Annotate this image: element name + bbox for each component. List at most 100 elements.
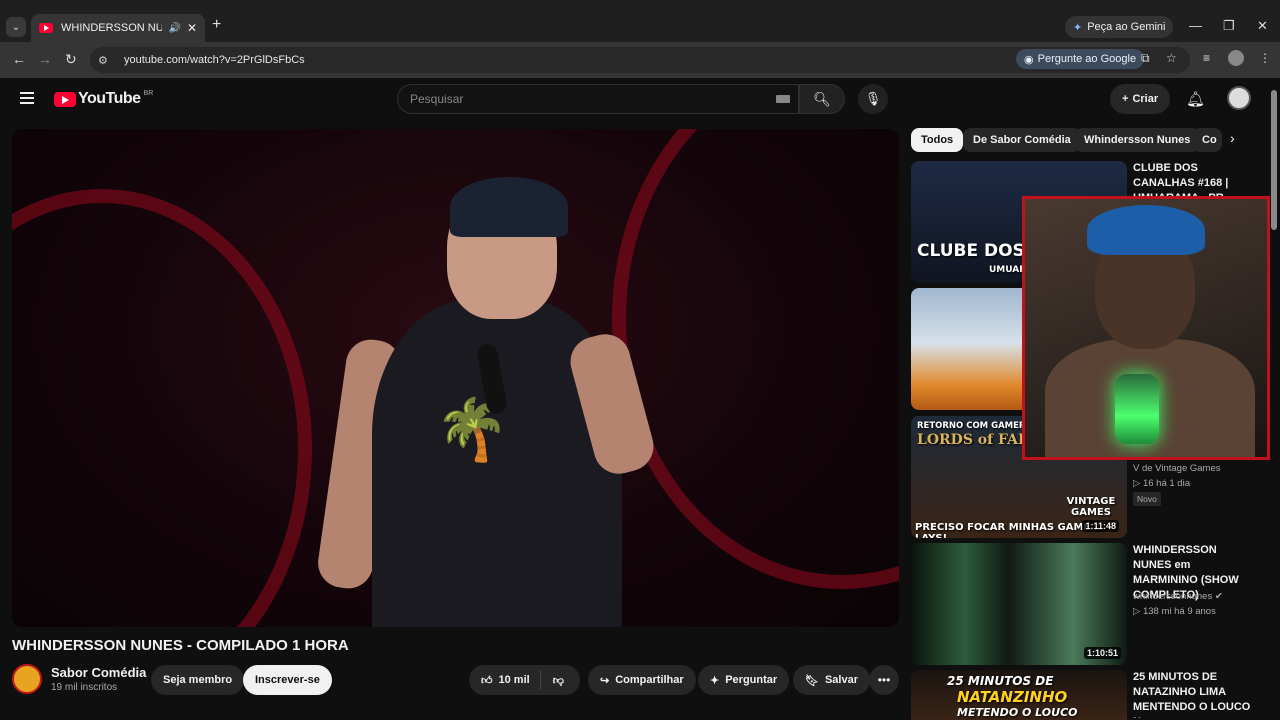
reload-button[interactable]: ↻ — [65, 51, 77, 68]
search-placeholder: Pesquisar — [410, 92, 464, 106]
thumbnail-line-3: METENDO O LOUCO — [957, 706, 1078, 719]
video-duration: 1:10:51 — [1083, 647, 1121, 659]
ask-button[interactable]: ✦ Perguntar — [698, 665, 790, 695]
channel-avatar[interactable] — [12, 664, 42, 694]
webcam-overlay — [1022, 196, 1270, 460]
join-label: Seja membro — [163, 674, 233, 686]
like-button[interactable]: 👍︎ 10 mil — [469, 670, 541, 690]
share-icon: ↪ — [600, 674, 610, 687]
menu-icon[interactable] — [20, 92, 34, 104]
chip-whindersson[interactable]: Whindersson Nunes — [1074, 128, 1201, 152]
search-input[interactable]: Pesquisar — [397, 84, 799, 114]
youtube-play-icon — [54, 91, 76, 107]
chip-all[interactable]: Todos — [911, 128, 964, 152]
channel-name[interactable]: Sabor Comédia — [51, 665, 146, 680]
install-app-icon[interactable]: ⧉ — [1141, 51, 1150, 66]
ask-google-button[interactable]: ◉ Pergunte ao Google — [1016, 49, 1145, 69]
chip-more[interactable]: Co — [1192, 128, 1222, 152]
recommendation-thumbnail[interactable]: 25 MINUTOS DE NATANZINHO METENDO O LOUCO — [911, 670, 1127, 720]
thumbnail-line-1: 25 MINUTOS DE — [947, 674, 1054, 688]
chevron-right-icon[interactable]: › — [1230, 130, 1235, 146]
create-button[interactable]: + Criar — [1110, 84, 1171, 114]
video-player[interactable]: 🌴 — [12, 129, 899, 627]
youtube-header: YouTube BR Pesquisar 🔍︎ 🎙︎ + Criar 🔔︎ — [0, 78, 1270, 122]
browser-menu-icon[interactable]: ⋮ — [1259, 51, 1271, 65]
new-badge: Novo — [1133, 492, 1161, 506]
minimize-button[interactable]: — — [1189, 18, 1202, 33]
lens-icon: ◉ — [1024, 53, 1034, 66]
recommendation-item[interactable]: 25 MINUTOS DE NATANZINHO METENDO O LOUCO… — [911, 670, 1261, 720]
view-count: 138 mi — [1142, 606, 1172, 617]
verified-check-icon: ✔ — [1214, 591, 1223, 602]
like-dislike-group: 👍︎ 10 mil 👎︎ — [469, 665, 580, 695]
views-icon: ▷ — [1133, 478, 1141, 489]
subscriber-count: 19 mil inscritos — [51, 682, 118, 693]
upload-age: há 9 anos — [1174, 606, 1216, 617]
maximize-button[interactable]: ❐ — [1223, 18, 1235, 34]
tab-title: WHINDERSSON NUNES - C — [61, 22, 163, 34]
performer-cap — [450, 177, 568, 237]
active-tab[interactable]: WHINDERSSON NUNES - C 🔊 ✕ — [31, 14, 205, 42]
browser-profile-avatar[interactable] — [1228, 50, 1244, 66]
thumbnail-line-2: NATANZINHO — [957, 688, 1068, 706]
view-count: 16 — [1142, 478, 1154, 489]
subscribe-button[interactable]: Inscrever-se — [243, 665, 332, 695]
rgb-lamp — [1115, 374, 1159, 444]
url-text: youtube.com/watch?v=2PrGlDsFbCs — [124, 54, 305, 66]
join-button[interactable]: Seja membro — [151, 665, 245, 695]
new-tab-button[interactable]: + — [212, 16, 221, 34]
chip-channel[interactable]: De Sabor Comédia — [963, 128, 1081, 152]
keyboard-icon[interactable] — [776, 95, 790, 103]
back-button[interactable]: ← — [12, 51, 26, 67]
bookmark-icon: 🔖︎ — [805, 674, 819, 687]
sparkle-icon: ✦ — [710, 674, 720, 687]
recommendation-title[interactable]: 25 MINUTOS DE NATAZINHO LIMA MENTENDO O … — [1133, 670, 1257, 718]
search-button[interactable]: 🔍︎ — [799, 84, 845, 114]
gemini-label: Peça ao Gemini — [1087, 21, 1166, 33]
like-count: 10 mil — [498, 674, 530, 686]
tab-search-button[interactable]: ⌄ — [6, 17, 26, 37]
dislike-button[interactable]: 👎︎ — [541, 674, 576, 687]
upload-age: há 1 dia — [1156, 478, 1190, 489]
logo-text: YouTube — [78, 90, 141, 107]
comedian-figure: 🌴 — [314, 169, 662, 627]
ask-google-label: Pergunte ao Google — [1037, 53, 1137, 65]
streamer-cap — [1087, 205, 1205, 255]
recommendation-channel[interactable]: whinderssonnunes ✔ — [1133, 591, 1223, 602]
media-controls-icon[interactable]: ≡ — [1203, 51, 1210, 65]
recommendation-channel[interactable]: V de Vintage Games — [1133, 463, 1221, 474]
plus-icon: + — [1122, 93, 1129, 105]
save-label: Salvar — [824, 674, 858, 686]
page-scrollbar[interactable] — [1271, 90, 1277, 230]
youtube-favicon-icon — [39, 23, 53, 33]
thumbs-up-icon: 👍︎ — [481, 674, 493, 687]
gemini-sparkle-icon: ✦ — [1073, 21, 1083, 34]
microphone-icon: 🎙︎ — [864, 91, 882, 106]
voice-search-button[interactable]: 🎙︎ — [858, 84, 888, 114]
browser-tab-bar: ⌄ WHINDERSSON NUNES - C 🔊 ✕ + ✦ Peça ao … — [0, 0, 1280, 42]
stage-curtain-left — [12, 189, 312, 627]
thumbnail-game-title: LORDS of FALL — [917, 432, 1038, 448]
recommendation-meta: ▷ 16 há 1 dia — [1133, 478, 1190, 489]
speaker-icon[interactable]: 🔊 — [168, 23, 180, 34]
site-info-icon[interactable]: ⚙ — [98, 54, 118, 67]
close-tab-icon[interactable]: ✕ — [187, 21, 197, 35]
forward-button[interactable]: → — [38, 51, 52, 67]
more-actions-button[interactable]: ••• — [869, 665, 899, 695]
gemini-button[interactable]: ✦ Peça ao Gemini — [1065, 16, 1174, 38]
recommendation-thumbnail[interactable]: 1:10:51 — [911, 543, 1127, 665]
youtube-logo[interactable]: YouTube BR — [54, 90, 153, 108]
thumbnail-top-text: RETORNO COM GAMEPL — [917, 421, 1031, 431]
recommendation-item[interactable]: 1:10:51 WHINDERSSON NUNES em MARMININO (… — [911, 543, 1261, 665]
video-title: WHINDERSSON NUNES - COMPILADO 1 HORA — [12, 637, 349, 654]
save-button[interactable]: 🔖︎ Salvar — [793, 665, 870, 695]
views-icon: ▷ — [1133, 606, 1141, 617]
bookmark-star-icon[interactable]: ☆ — [1166, 51, 1177, 65]
video-duration: 1:11:48 — [1082, 520, 1119, 532]
notifications-bell-icon[interactable]: 🔔︎ — [1186, 90, 1205, 108]
search-icon: 🔍︎ — [813, 90, 831, 107]
close-window-button[interactable]: ✕ — [1257, 18, 1268, 34]
recommendation-meta: ▷ 138 mi há 9 anos — [1133, 606, 1216, 617]
account-avatar[interactable] — [1227, 86, 1251, 110]
share-button[interactable]: ↪ Compartilhar — [588, 665, 696, 695]
